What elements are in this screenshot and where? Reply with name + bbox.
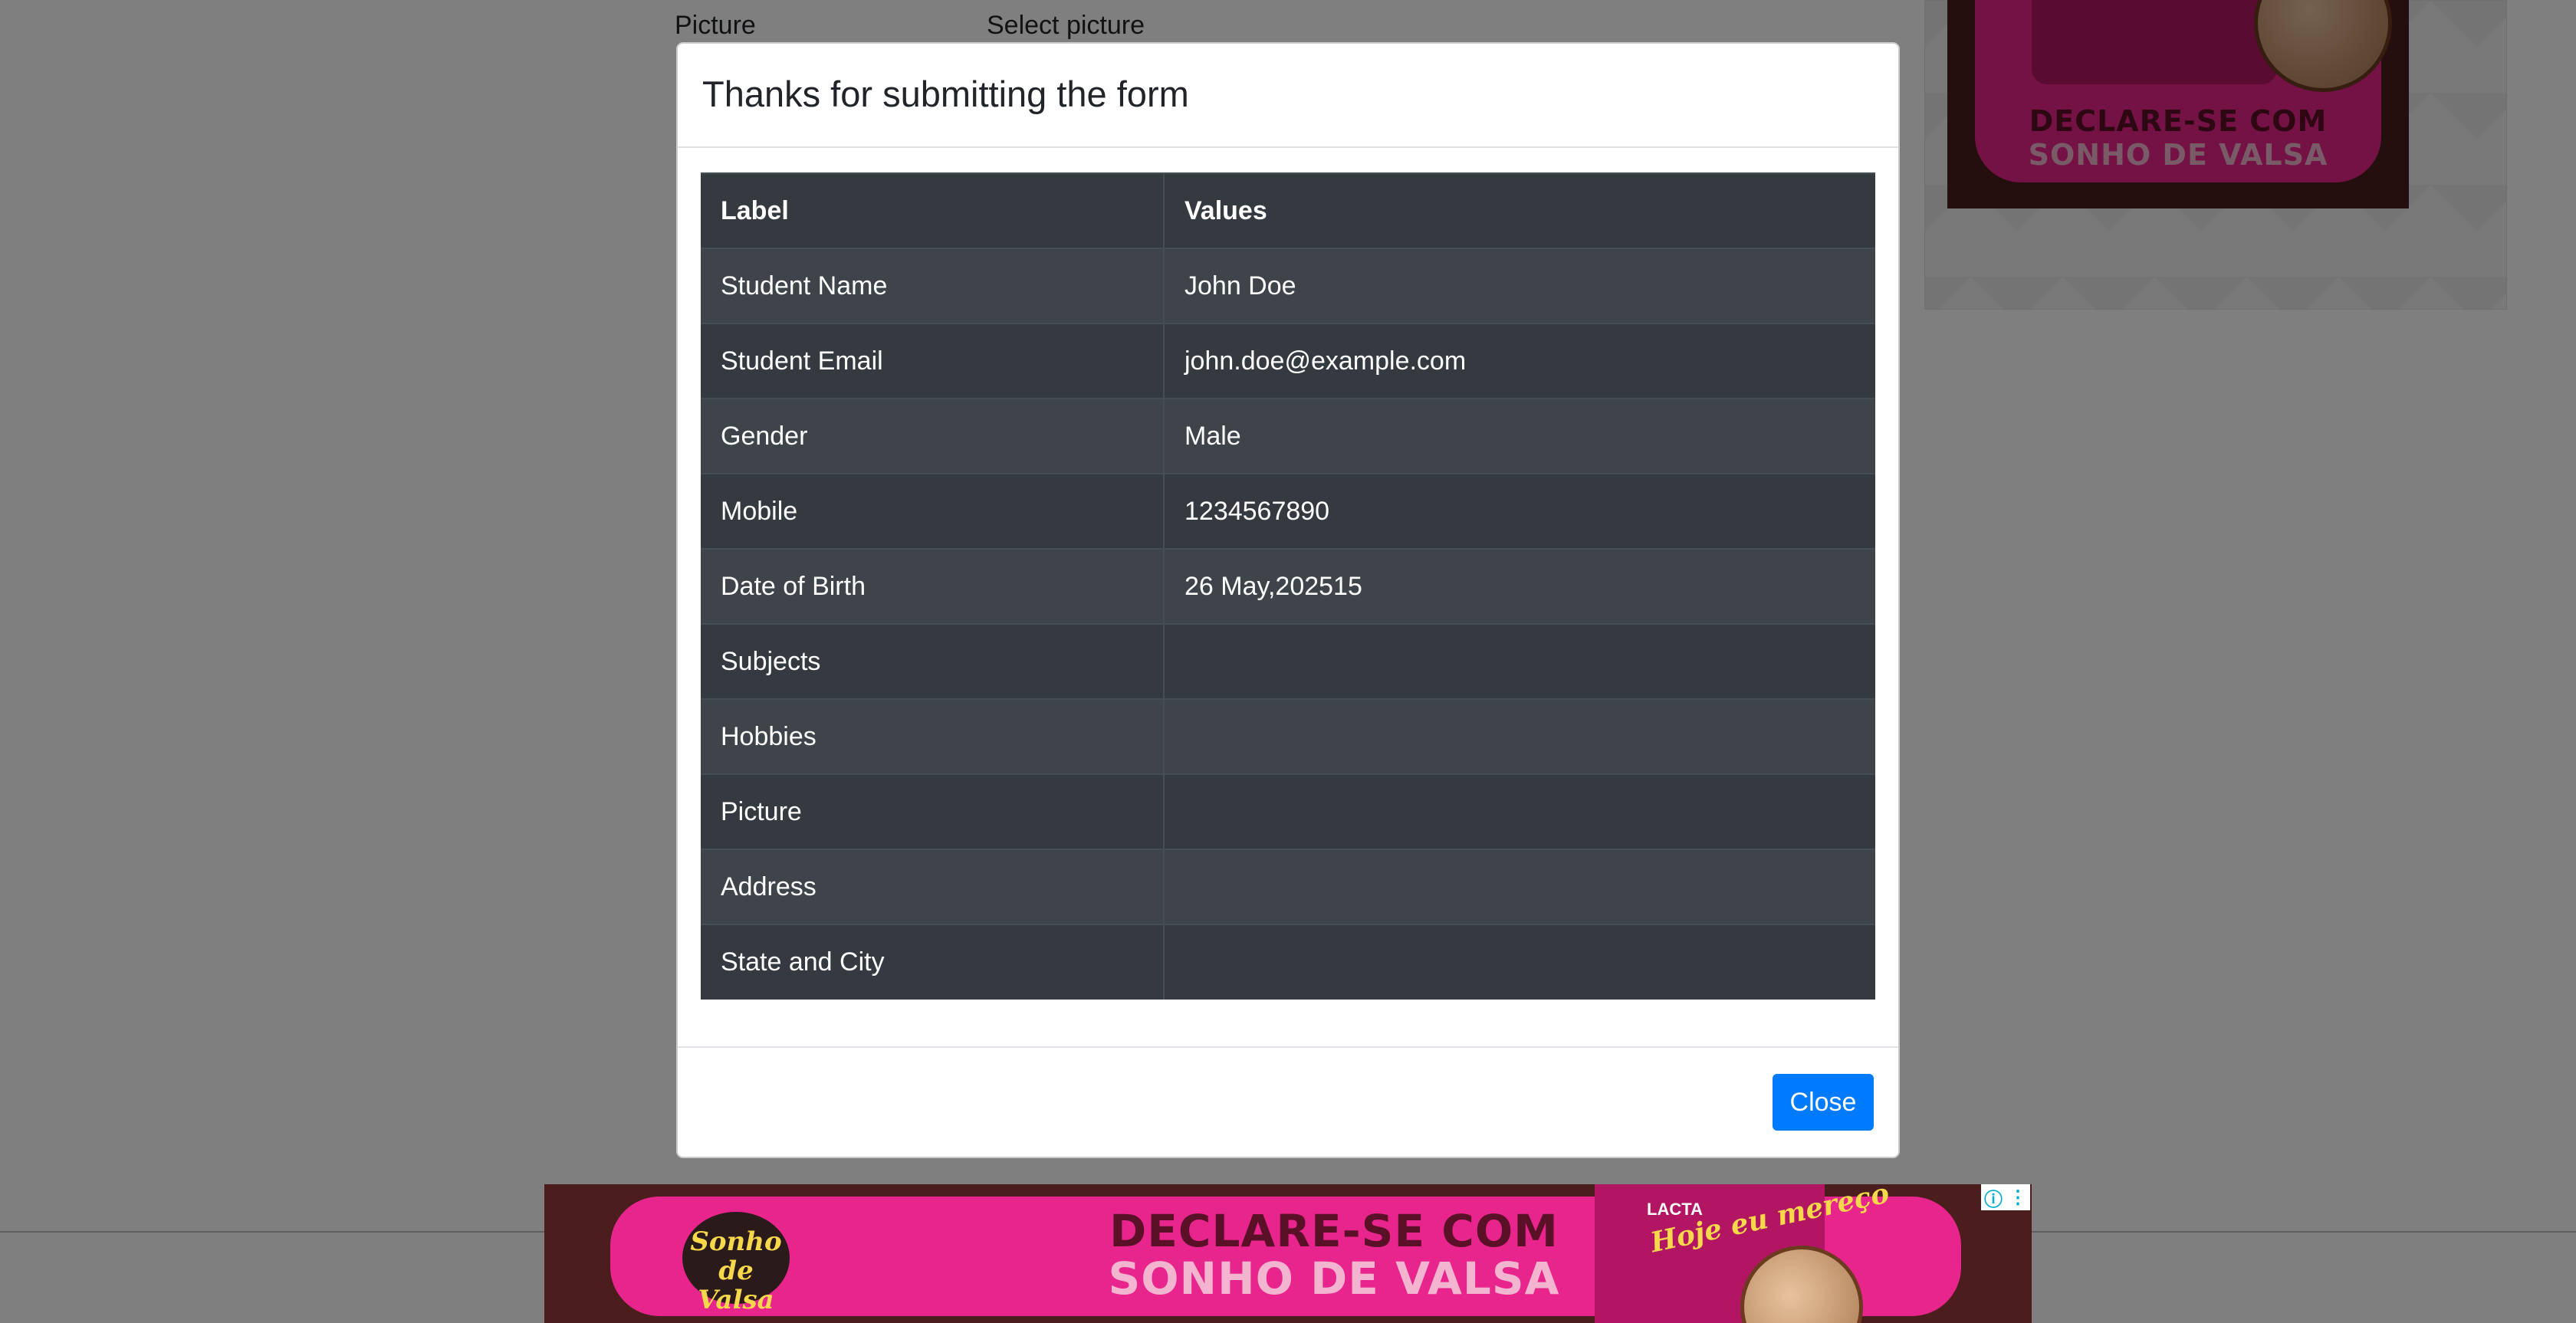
row-value: 1234567890 xyxy=(1164,473,1875,549)
table-row: Student Email john.doe@example.com xyxy=(701,323,1875,399)
modal-footer: Close xyxy=(678,1046,1898,1157)
close-button[interactable]: Close xyxy=(1773,1074,1874,1131)
table-row: Address xyxy=(701,849,1875,924)
row-label: Date of Birth xyxy=(701,548,1165,624)
row-label: Student Name xyxy=(701,248,1165,323)
row-label: Hobbies xyxy=(701,698,1165,774)
table-row: Picture xyxy=(701,773,1875,849)
submission-modal: Thanks for submitting the form Label Val… xyxy=(676,42,1900,1158)
ad-logo: Sonho de Valsa xyxy=(682,1212,790,1315)
row-label: State and City xyxy=(701,924,1165,1000)
row-value: John Doe xyxy=(1164,248,1875,323)
more-vertical-icon[interactable]: ⋮ xyxy=(2006,1184,2030,1210)
table-row: Mobile 1234567890 xyxy=(701,473,1875,549)
row-value xyxy=(1164,623,1875,699)
bottom-ad-headline-line1: DECLARE-SE COM xyxy=(1109,1205,1559,1257)
row-value xyxy=(1164,698,1875,774)
table-row: Subjects xyxy=(701,623,1875,699)
modal-body: Label Values Student Name John Doe Stude… xyxy=(678,148,1898,1024)
row-label: Picture xyxy=(701,773,1165,849)
row-label: Mobile xyxy=(701,473,1165,549)
row-value xyxy=(1164,849,1875,924)
submission-table: Label Values Student Name John Doe Stude… xyxy=(701,172,1875,1000)
ad-choices[interactable]: ⓘ ⋮ xyxy=(1981,1184,2030,1210)
header-values: Values xyxy=(1164,172,1875,248)
row-value: john.doe@example.com xyxy=(1164,323,1875,399)
table-row: Student Name John Doe xyxy=(701,248,1875,323)
row-label: Subjects xyxy=(701,623,1165,699)
row-label: Address xyxy=(701,849,1165,924)
ad-brand: LACTA xyxy=(1647,1200,1703,1219)
bottom-ad-banner[interactable]: Sonho de Valsa DECLARE-SE COM SONHO DE V… xyxy=(544,1184,2032,1323)
info-icon[interactable]: ⓘ xyxy=(1981,1184,2006,1210)
table-row: Date of Birth 26 May,202515 xyxy=(701,548,1875,624)
table-row: Hobbies xyxy=(701,698,1875,774)
row-value xyxy=(1164,924,1875,1000)
modal-title: Thanks for submitting the form xyxy=(702,74,1189,114)
row-value: 26 May,202515 xyxy=(1164,548,1875,624)
modal-header: Thanks for submitting the form xyxy=(678,44,1898,148)
row-label: Student Email xyxy=(701,323,1165,399)
row-label: Gender xyxy=(701,398,1165,474)
table-row: Gender Male xyxy=(701,398,1875,474)
row-value: Male xyxy=(1164,398,1875,474)
table-row: State and City xyxy=(701,924,1875,1000)
row-value xyxy=(1164,773,1875,849)
header-label: Label xyxy=(701,172,1165,248)
table-header-row: Label Values xyxy=(701,172,1875,248)
